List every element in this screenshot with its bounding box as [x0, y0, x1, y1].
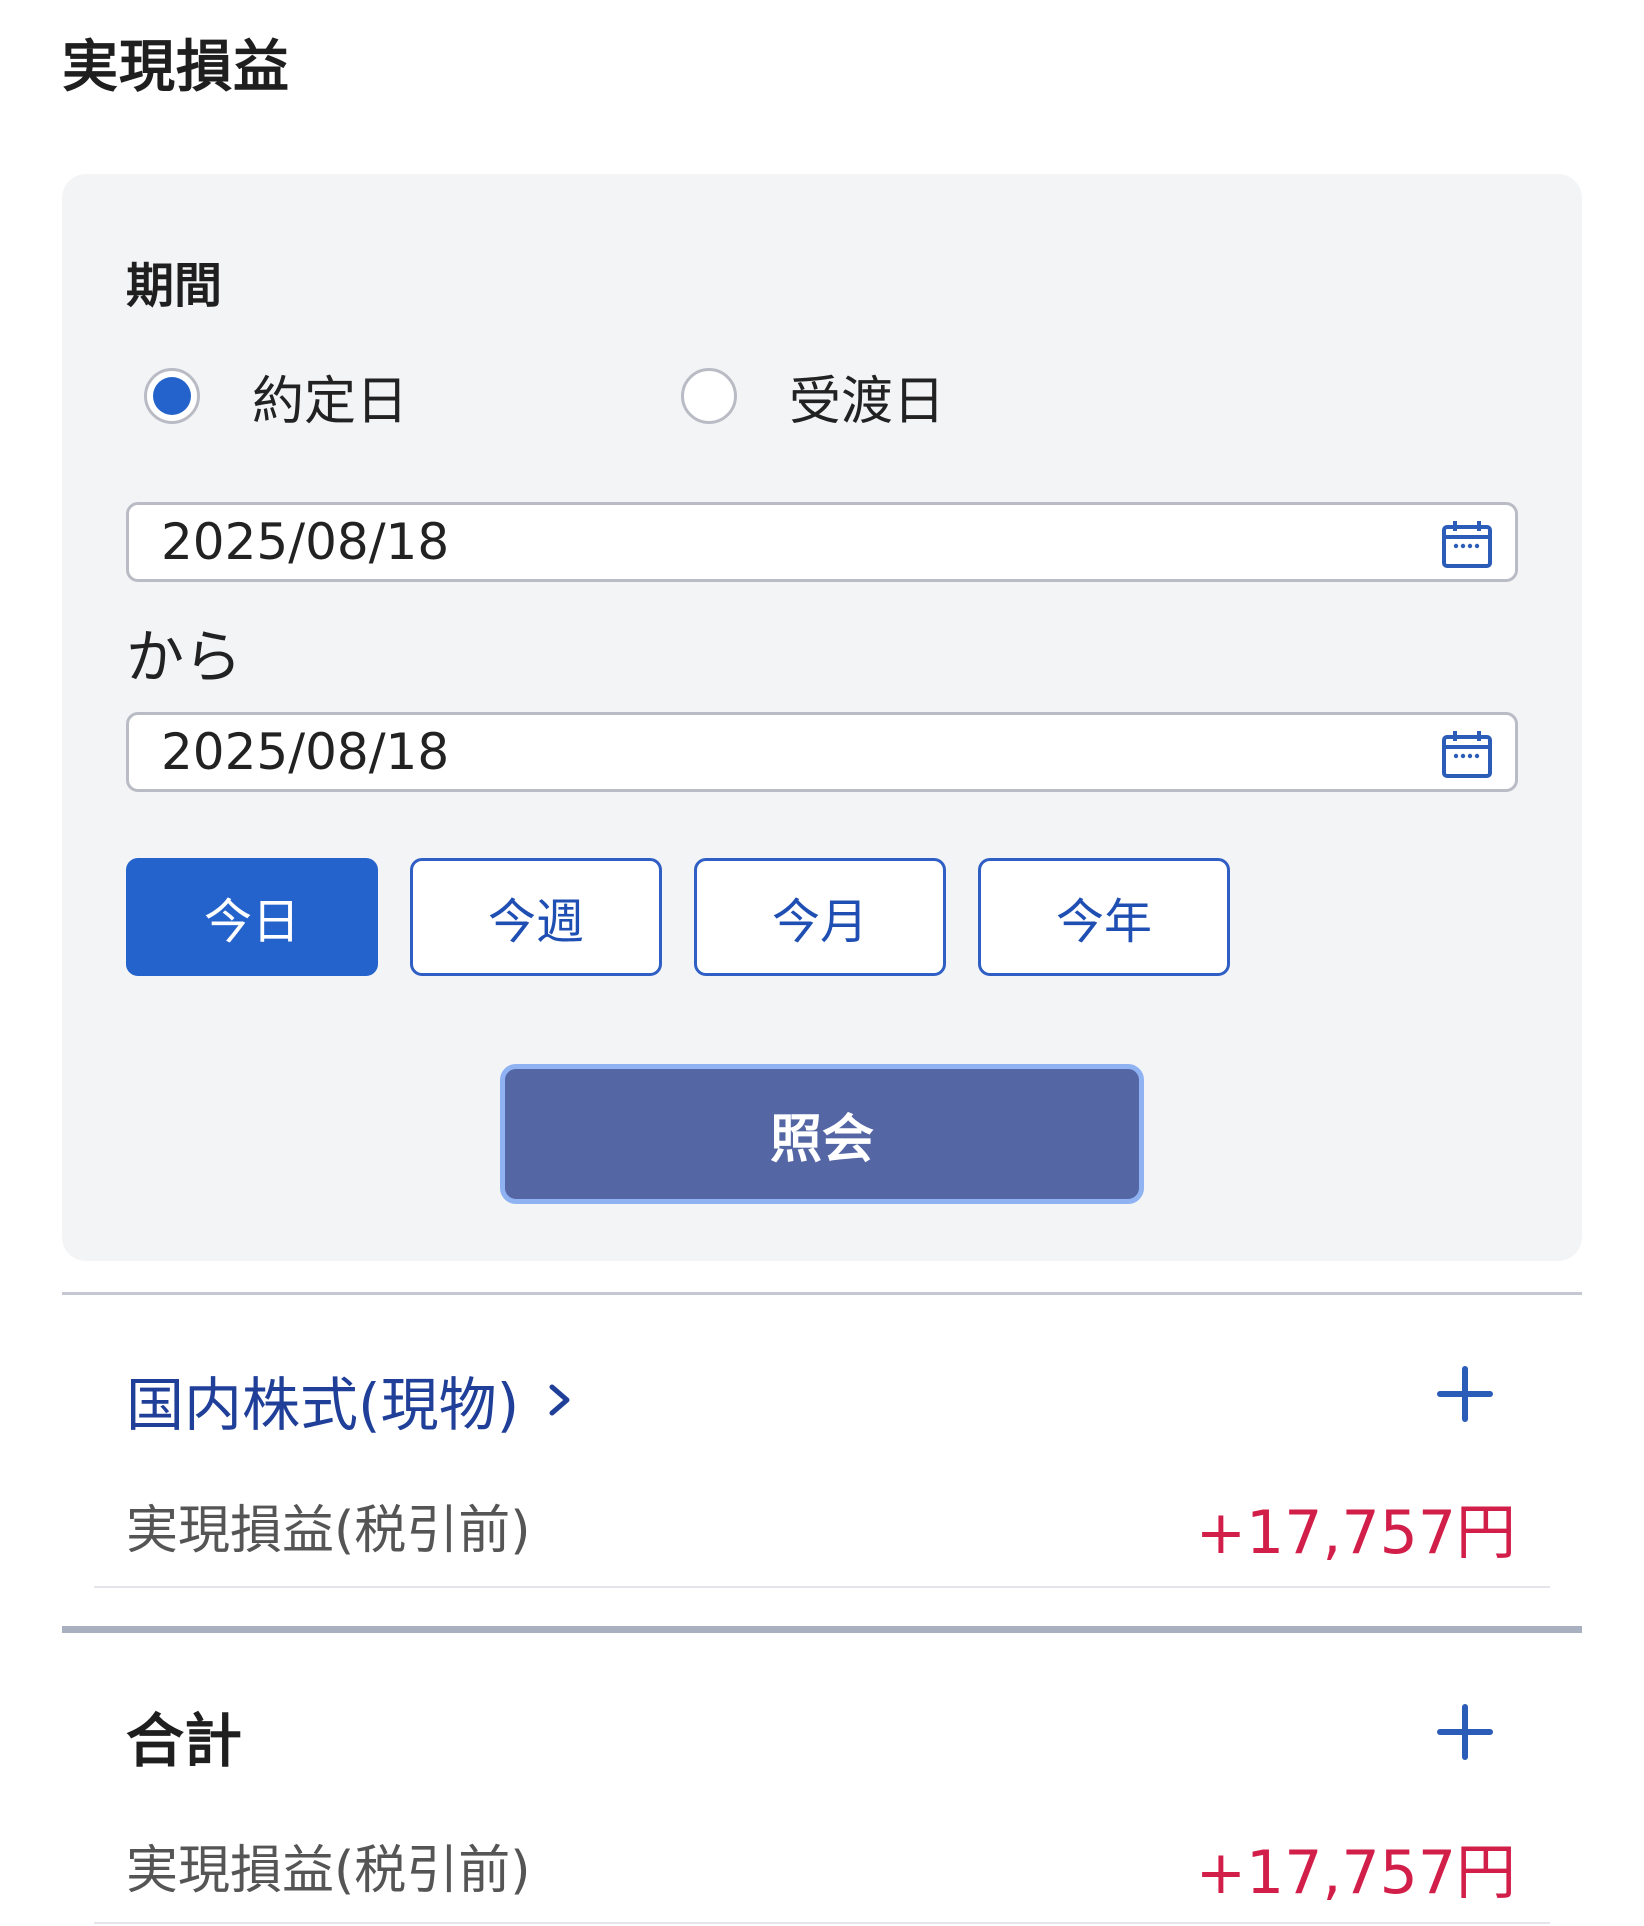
- quick-this-year-button[interactable]: 今年: [978, 858, 1230, 976]
- quick-this-week-button[interactable]: 今週: [410, 858, 662, 976]
- calendar-icon[interactable]: [1441, 519, 1493, 569]
- plus-icon[interactable]: [1436, 1703, 1494, 1761]
- quick-this-month-button[interactable]: 今月: [694, 858, 946, 976]
- row-divider: [94, 1922, 1550, 1924]
- radio-trade-date-label: 約定日: [252, 371, 409, 432]
- radio-button-unselected[interactable]: [681, 368, 737, 424]
- quick-today-button[interactable]: 今日: [126, 858, 378, 976]
- radio-trade-date[interactable]: 約定日: [144, 364, 408, 432]
- realized-pl-label: 実現損益(税引前): [126, 1501, 531, 1561]
- radio-settlement-date[interactable]: 受渡日: [681, 364, 945, 432]
- total-title: 合計: [126, 1707, 243, 1775]
- period-label: 期間: [126, 258, 223, 314]
- date-from-input[interactable]: [161, 505, 1361, 579]
- radio-selected-dot: [153, 377, 191, 415]
- calendar-icon[interactable]: [1441, 729, 1493, 779]
- section-divider: [62, 1626, 1582, 1633]
- row-divider: [94, 1586, 1550, 1588]
- date-to-input[interactable]: [161, 715, 1361, 789]
- chevron-right-icon: [549, 1384, 570, 1416]
- radio-settlement-date-label: 受渡日: [789, 371, 946, 432]
- divider: [62, 1292, 1582, 1295]
- realized-pl-value: +17,757円: [1195, 1498, 1516, 1568]
- page-title: 実現損益: [62, 35, 290, 100]
- domestic-stock-title: 国内株式(現物): [126, 1371, 520, 1439]
- query-button[interactable]: 照会: [500, 1064, 1144, 1204]
- date-to-field[interactable]: [126, 712, 1518, 792]
- range-separator: から: [126, 623, 243, 691]
- date-from-field[interactable]: [126, 502, 1518, 582]
- total-realized-pl-value: +17,757円: [1195, 1838, 1516, 1908]
- total-realized-pl-label: 実現損益(税引前): [126, 1841, 531, 1901]
- radio-button-selected[interactable]: [144, 368, 200, 424]
- plus-icon[interactable]: [1436, 1365, 1494, 1423]
- domestic-stock-link[interactable]: 国内株式(現物): [126, 1358, 575, 1442]
